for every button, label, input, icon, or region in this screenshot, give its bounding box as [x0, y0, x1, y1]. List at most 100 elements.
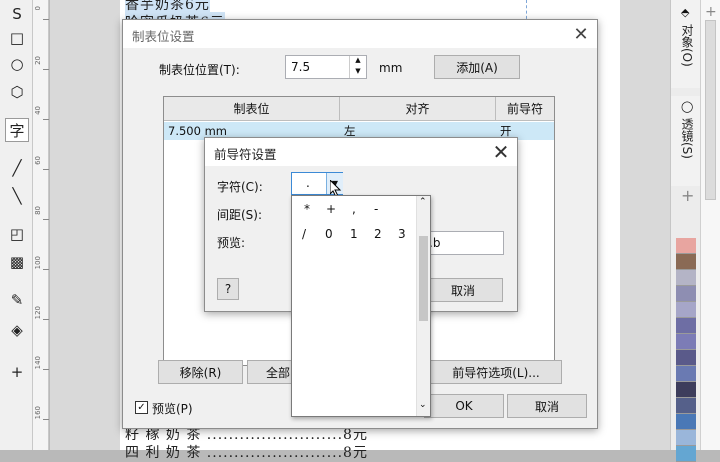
- ruler-mark-label: 40: [34, 106, 42, 115]
- docker-tab-lens[interactable]: ◯ 透镜(S): [671, 96, 703, 186]
- preview-label: 预览(P): [152, 402, 193, 416]
- ruler-mark-label: 100: [34, 256, 42, 270]
- dialog-titlebar: 前导符设置 ✕: [205, 138, 517, 166]
- char-value[interactable]: .: [306, 176, 310, 190]
- unit-label: mm: [379, 61, 403, 75]
- shadow-tool-icon[interactable]: ◰: [5, 222, 29, 246]
- dialog-title: 制表位设置: [132, 29, 195, 44]
- column-header-leader[interactable]: 前导符: [496, 97, 554, 121]
- polygon-tool-icon[interactable]: ⬡: [5, 80, 29, 104]
- tab-position-value[interactable]: 7.5: [291, 60, 310, 74]
- color-swatch[interactable]: [676, 430, 696, 446]
- tab-position-spinner[interactable]: 7.5 ▲ ▼: [285, 55, 367, 79]
- preview-checkbox[interactable]: ✓: [135, 401, 148, 414]
- add-docker-icon[interactable]: +: [681, 186, 694, 205]
- docker-tab-label: 对象(O): [680, 24, 694, 67]
- color-swatch[interactable]: [676, 350, 696, 366]
- ruler-mark-label: 120: [34, 306, 42, 320]
- color-swatch[interactable]: [676, 414, 696, 430]
- line-tool-icon[interactable]: ╱: [5, 156, 29, 180]
- dropdown-scrollbar[interactable]: ⌃ ⌄: [416, 196, 430, 416]
- ellipse-tool-icon[interactable]: ○: [5, 52, 29, 76]
- lens-icon: ◯: [681, 100, 694, 113]
- dropdown-option[interactable]: +: [326, 202, 336, 216]
- remove-button[interactable]: 移除(R): [158, 360, 243, 384]
- color-palette[interactable]: [676, 238, 696, 462]
- dropdown-option[interactable]: *: [304, 202, 310, 216]
- toolbox: S □ ○ ⬡ 字 ╱ ╲ ◰ ▩ ✎ ◈ +: [0, 0, 33, 450]
- ruler-tick: [43, 219, 49, 220]
- objects-icon: ⬘: [681, 6, 690, 19]
- color-swatch[interactable]: [676, 238, 696, 254]
- scroll-down-icon[interactable]: ⌄: [419, 400, 427, 410]
- color-swatch[interactable]: [676, 286, 696, 302]
- ruler-mark-label: 60: [34, 156, 42, 165]
- cancel-button[interactable]: 取消: [423, 278, 503, 302]
- docker-tab-label: 透镜(S): [680, 118, 694, 159]
- vertical-ruler: 0 20 40 60 80 100 120 140 160: [33, 0, 49, 450]
- document-text-line[interactable]: 四 利 奶 茶 .........................8元: [125, 442, 368, 462]
- remove-all-button[interactable]: 全部: [247, 360, 297, 384]
- rectangle-tool-icon[interactable]: □: [5, 26, 29, 50]
- dropdown-option[interactable]: 3: [398, 227, 406, 241]
- connector-tool-icon[interactable]: ╲: [5, 184, 29, 208]
- ruler-tick: [43, 169, 49, 170]
- add-icon[interactable]: +: [705, 4, 717, 20]
- ruler-mark-label: 140: [34, 356, 42, 370]
- ruler-tick: [43, 69, 49, 70]
- preview-label: 预览:: [217, 236, 246, 250]
- ruler-tick: [43, 119, 49, 120]
- ruler-mark-label: 0: [34, 6, 42, 11]
- cancel-button[interactable]: 取消: [507, 394, 587, 418]
- ruler-tick: [43, 269, 49, 270]
- color-swatch[interactable]: [676, 334, 696, 350]
- fill-tool-icon[interactable]: ◈: [5, 318, 29, 342]
- color-swatch[interactable]: [676, 366, 696, 382]
- text-tool-icon[interactable]: 字: [5, 118, 29, 142]
- scroll-up-icon[interactable]: ⌃: [419, 197, 427, 207]
- ok-button[interactable]: OK: [424, 394, 504, 418]
- ruler-tick: [43, 19, 49, 20]
- ruler-mark-label: 160: [34, 406, 42, 420]
- add-tool-icon[interactable]: +: [5, 360, 29, 384]
- vertical-scrollbar[interactable]: +: [700, 0, 720, 450]
- dropdown-option[interactable]: /: [302, 227, 306, 241]
- close-icon[interactable]: ✕: [489, 140, 513, 164]
- dropdown-option[interactable]: 2: [374, 227, 382, 241]
- color-swatch[interactable]: [676, 318, 696, 334]
- eyedropper-tool-icon[interactable]: ✎: [5, 288, 29, 312]
- ruler-tick: [43, 419, 49, 420]
- dropdown-option[interactable]: ,: [352, 202, 356, 216]
- ruler-mark-label: 80: [34, 206, 42, 215]
- ruler-mark-label: 20: [34, 56, 42, 65]
- column-header-tab[interactable]: 制表位: [164, 97, 340, 121]
- preview-field: .b: [420, 231, 504, 255]
- dialog-title: 前导符设置: [214, 147, 277, 162]
- color-swatch[interactable]: [676, 254, 696, 270]
- scrollbar-thumb[interactable]: [419, 236, 428, 321]
- spin-down-icon[interactable]: ▼: [349, 67, 366, 78]
- color-swatch[interactable]: [676, 382, 696, 398]
- ruler-tick: [43, 369, 49, 370]
- docker-tab-objects[interactable]: ⬘ 对象(O): [671, 0, 703, 88]
- color-swatch[interactable]: [676, 398, 696, 414]
- add-button[interactable]: 添加(A): [434, 55, 520, 79]
- color-swatch[interactable]: [676, 446, 696, 462]
- freehand-tool-icon[interactable]: S: [5, 2, 29, 26]
- spacing-label: 间距(S):: [217, 208, 263, 222]
- transparency-tool-icon[interactable]: ▩: [5, 250, 29, 274]
- char-dropdown-list[interactable]: * + , - / 0 1 2 3 ⌃ ⌄: [291, 195, 431, 417]
- help-button[interactable]: ?: [217, 278, 239, 300]
- ruler-tick: [43, 319, 49, 320]
- spin-up-icon[interactable]: ▲: [349, 56, 366, 67]
- scrollbar-thumb[interactable]: [705, 20, 716, 200]
- dropdown-option[interactable]: 1: [350, 227, 358, 241]
- char-label: 字符(C):: [217, 180, 263, 194]
- color-swatch[interactable]: [676, 270, 696, 286]
- dropdown-option[interactable]: 0: [325, 227, 333, 241]
- column-header-alignment[interactable]: 对齐: [340, 97, 496, 121]
- color-swatch[interactable]: [676, 302, 696, 318]
- close-icon[interactable]: ✕: [569, 22, 593, 46]
- dropdown-option[interactable]: -: [374, 202, 378, 216]
- leader-options-button[interactable]: 前导符选项(L)...: [430, 360, 562, 384]
